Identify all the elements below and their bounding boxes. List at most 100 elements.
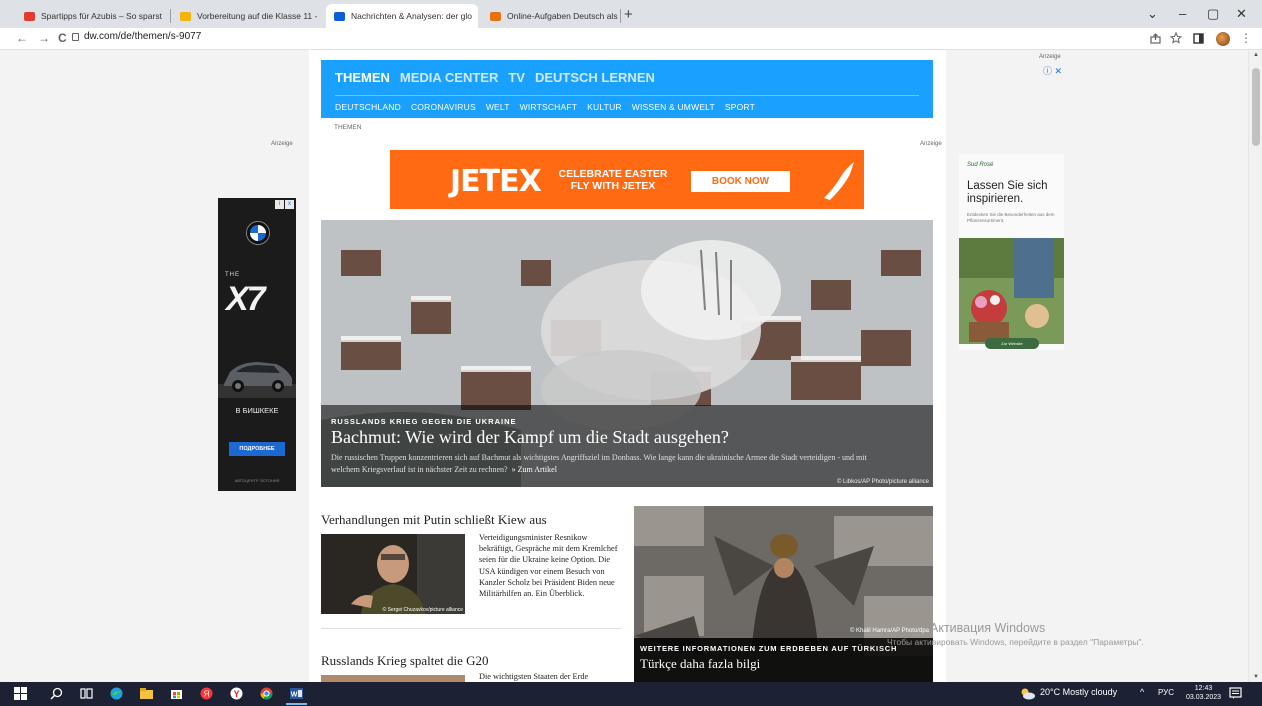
- garden-ad[interactable]: Sud Rosé Lassen Sie sich inspirieren. En…: [959, 154, 1064, 350]
- nav-deutsch-lernen[interactable]: DEUTSCH LERNEN: [535, 70, 655, 85]
- reload-button[interactable]: C: [58, 31, 67, 45]
- word-icon[interactable]: W: [290, 687, 303, 700]
- book-now-button[interactable]: BOOK NOW: [691, 171, 790, 192]
- subnav-kultur[interactable]: KULTUR: [587, 102, 622, 112]
- main-nav: THEMEN MEDIA CENTER TV DEUTSCH LERNEN: [335, 70, 655, 85]
- subnav-deutschland[interactable]: DEUTSCHLAND: [335, 102, 401, 112]
- search-icon[interactable]: [50, 687, 63, 700]
- info-icon[interactable]: i: [275, 200, 284, 209]
- scroll-down-icon[interactable]: ▼: [1253, 674, 1259, 680]
- hero-kicker[interactable]: RUSSLANDS KRIEG GEGEN DIE UKRAINE: [331, 417, 517, 426]
- nav-tv[interactable]: TV: [508, 70, 525, 85]
- subnav-wissen-umwelt[interactable]: WISSEN & UMWELT: [632, 102, 715, 112]
- menu-kebab-icon[interactable]: ⋮: [1240, 31, 1252, 45]
- chrome-icon[interactable]: [260, 687, 273, 700]
- tab-vorbereitung[interactable]: Vorbereitung auf die Klasse 11 - ×: [172, 4, 324, 28]
- ad-details-button[interactable]: ПОДРОБНЕЕ: [229, 442, 285, 456]
- system-clock[interactable]: 12:43 03.03.2023: [1186, 684, 1221, 702]
- forward-button[interactable]: →: [38, 31, 50, 45]
- page-scrollbar[interactable]: ▲ ▼: [1248, 50, 1262, 682]
- adchoices-icon[interactable]: ⓘ ✕: [1043, 64, 1062, 77]
- scroll-up-icon[interactable]: ▲: [1253, 52, 1259, 58]
- story2-text: Die wichtigsten Staaten der Erde: [479, 672, 589, 681]
- story1-image[interactable]: © Sergei Chuzavkov/picture alliance: [321, 534, 465, 614]
- subnav-sport[interactable]: SPORT: [725, 102, 755, 112]
- banner-headline-line2: FLY WITH JETEX: [570, 180, 656, 192]
- hero-more-link[interactable]: » Zum Artikel: [512, 465, 557, 474]
- ad-website-button[interactable]: Zur Website: [985, 338, 1039, 349]
- scroll-thumb[interactable]: [1252, 68, 1260, 146]
- story3-credit: © Khalil Hamra/AP Photo/dpa: [849, 628, 929, 634]
- yandex-browser-icon[interactable]: Y: [230, 687, 243, 700]
- story3-article[interactable]: © Khalil Hamra/AP Photo/dpa WEITERE INFO…: [634, 506, 933, 682]
- bmw-skyscraper-ad[interactable]: ix THE X7 В БИШКЕКЕ ПОДРОБНЕЕ АВТОЦЕНТР …: [218, 198, 296, 491]
- minimize-button[interactable]: –: [1179, 6, 1186, 21]
- plane-icon: [824, 162, 854, 200]
- hero-title[interactable]: Bachmut: Wie wird der Kampf um die Stadt…: [331, 427, 729, 448]
- car-image: [218, 362, 296, 398]
- yandex-icon[interactable]: Я: [200, 687, 213, 700]
- tab-separator: [170, 9, 171, 23]
- tab-spartipps[interactable]: Spartipps für Azubis – So sparst ×: [16, 4, 168, 28]
- back-button[interactable]: ←: [16, 31, 28, 45]
- adchoices[interactable]: ix: [275, 200, 294, 209]
- hero-caption: RUSSLANDS KRIEG GEGEN DIE UKRAINE Bachmu…: [321, 405, 933, 487]
- weather-text[interactable]: 20°C Mostly cloudy: [1040, 687, 1117, 697]
- youtube-favicon-icon: [24, 11, 35, 21]
- tab-title: Nachrichten & Analysen: der glo: [351, 11, 472, 21]
- profile-avatar-icon[interactable]: [1216, 32, 1230, 46]
- tab-close-icon[interactable]: ×: [472, 11, 479, 22]
- tab-dw-nachrichten[interactable]: Nachrichten & Analysen: der glo ×: [326, 4, 478, 28]
- nav-media-center[interactable]: MEDIA CENTER: [400, 70, 498, 85]
- ad-subtext: Entdecken Sie die Besonderheiten aus dem…: [967, 212, 1055, 223]
- store-icon[interactable]: [170, 687, 183, 700]
- maximize-button[interactable]: ▢: [1207, 6, 1219, 22]
- nav-themen[interactable]: THEMEN: [335, 70, 390, 85]
- windows-start-icon[interactable]: [14, 687, 27, 700]
- weather-cloud-icon[interactable]: [1020, 687, 1036, 700]
- subnav-welt[interactable]: WELT: [486, 102, 510, 112]
- hero-teaser-text: Die russischen Truppen konzentrieren sic…: [331, 453, 867, 474]
- share-icon[interactable]: [1150, 33, 1161, 44]
- story1-title[interactable]: Verhandlungen mit Putin schließt Kiew au…: [321, 512, 547, 528]
- new-tab-button[interactable]: +: [624, 6, 633, 23]
- language-indicator[interactable]: РУС: [1158, 688, 1174, 697]
- divider: [321, 628, 621, 629]
- story1-text: Verteidigungsminister Resnikow bekräftig…: [479, 533, 618, 599]
- story1-credit: © Sergei Chuzavkov/picture alliance: [382, 607, 463, 613]
- lock-icon[interactable]: [72, 33, 79, 41]
- ad-label: Anzeige: [920, 141, 942, 147]
- tab-search-icon[interactable]: ⌄: [1147, 6, 1158, 22]
- story2-title[interactable]: Russlands Krieg spaltet die G20: [321, 653, 489, 669]
- story3-title[interactable]: Türkçe daha fazla bilgi: [640, 656, 760, 672]
- svg-text:Y: Y: [233, 689, 239, 699]
- tab-close-icon[interactable]: ×: [317, 11, 324, 22]
- active-app-indicator: [286, 703, 307, 705]
- windows-activation-text: Чтобы активировать Windows, перейдите в …: [887, 637, 1144, 647]
- story3-kicker[interactable]: WEITERE INFORMATIONEN ZUM ERDBEBEN AUF T…: [640, 644, 897, 653]
- story2-image[interactable]: [321, 675, 465, 682]
- address-bar[interactable]: dw.com/de/themen/s-9077: [84, 31, 201, 42]
- subnav-coronavirus[interactable]: CORONAVIRUS: [411, 102, 476, 112]
- file-explorer-icon[interactable]: [140, 687, 153, 700]
- bookmark-star-icon[interactable]: [1170, 32, 1182, 44]
- tray-chevron-icon[interactable]: ^: [1140, 687, 1144, 697]
- banner-headline: CELEBRATE EASTER FLY WITH JETEX: [548, 168, 678, 192]
- subnav-wirtschaft[interactable]: WIRTSCHAFT: [520, 102, 578, 112]
- tab-online-aufgaben[interactable]: Online-Aufgaben Deutsch als Fre ×: [482, 4, 618, 28]
- browser-toolbar: ← → C dw.com/de/themen/s-9077 ⋮: [0, 28, 1262, 50]
- notifications-icon[interactable]: [1229, 687, 1242, 700]
- edge-icon[interactable]: [110, 687, 123, 700]
- tab-close-icon[interactable]: ×: [162, 11, 169, 22]
- close-icon[interactable]: x: [285, 200, 294, 209]
- garden-image: [959, 238, 1064, 344]
- close-window-button[interactable]: ✕: [1236, 6, 1247, 22]
- side-panel-icon[interactable]: [1193, 33, 1204, 44]
- tab-title: Spartipps für Azubis – So sparst: [41, 11, 162, 21]
- tab-title: Online-Aufgaben Deutsch als Fre: [507, 11, 618, 21]
- jetex-banner-ad[interactable]: JETEX CELEBRATE EASTER FLY WITH JETEX BO…: [390, 150, 864, 209]
- ad-city: В БИШКЕКЕ: [235, 406, 279, 415]
- breadcrumb[interactable]: THEMEN: [334, 124, 361, 131]
- hero-article[interactable]: RUSSLANDS KRIEG GEGEN DIE UKRAINE Bachmu…: [321, 220, 933, 487]
- task-view-icon[interactable]: [80, 687, 93, 700]
